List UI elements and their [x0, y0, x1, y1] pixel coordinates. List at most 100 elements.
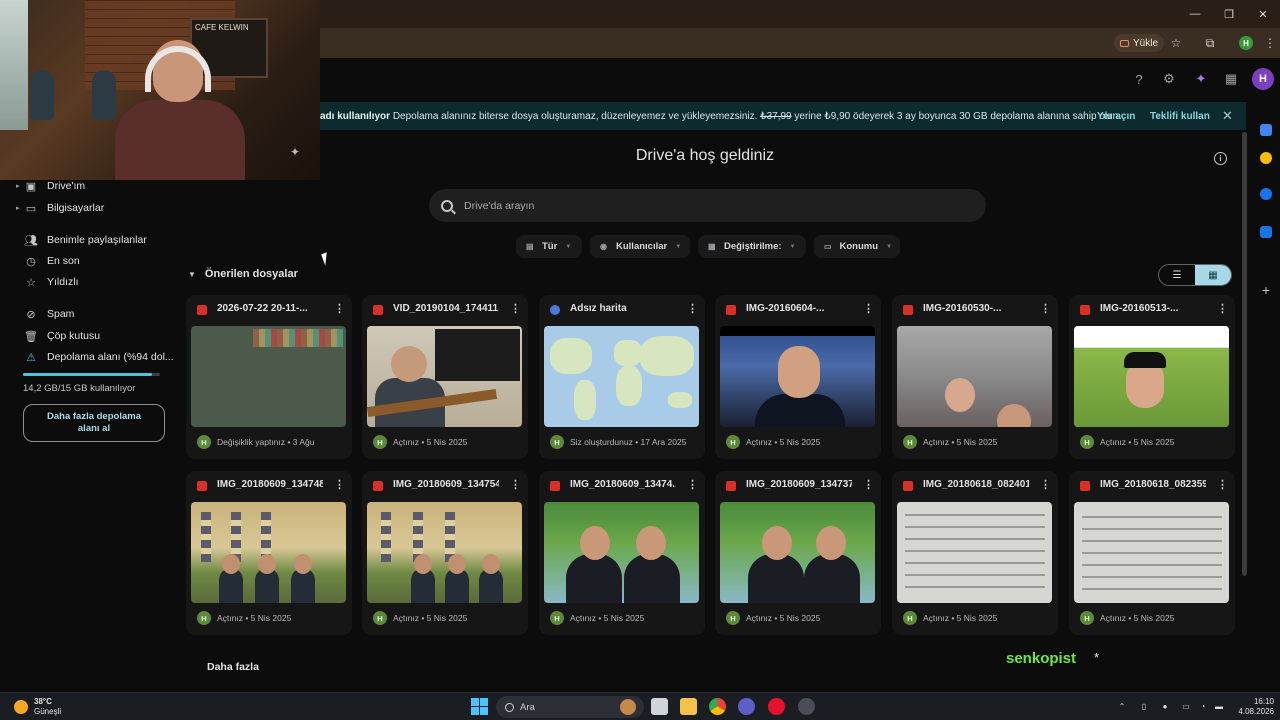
display-icon[interactable]: ▭ [1181, 701, 1191, 711]
expand-icon[interactable]: ▸ [16, 182, 24, 190]
info-icon[interactable]: i [1214, 152, 1227, 165]
wifi-icon[interactable]: ◔ [1198, 701, 1208, 711]
more-options-icon[interactable]: ⋮ [510, 302, 521, 315]
filter-people[interactable]: ◉ Kullanıcılar ▼ [590, 235, 690, 258]
help-icon[interactable]: ? [1130, 70, 1148, 88]
battery-icon[interactable]: ▬ [1214, 701, 1224, 711]
browser-menu-icon[interactable]: ⋮ [1261, 34, 1279, 52]
sidebar-item-storage[interactable]: ⚠ Depolama alanı (%94 dol... [24, 347, 174, 367]
tasks-icon[interactable] [1260, 188, 1272, 200]
app-icon[interactable] [798, 698, 815, 715]
streamer-torso [115, 100, 245, 180]
thumbnail-detail [1082, 516, 1222, 518]
use-offer-button[interactable]: Teklifi kullan [1150, 111, 1210, 122]
file-name: IMG-20160530-... [923, 303, 1002, 314]
file-card[interactable]: VID_20190104_174411.... ⋮ H Açtınız • 5 … [362, 295, 528, 459]
more-options-icon[interactable]: ⋮ [1040, 302, 1051, 315]
more-options-icon[interactable]: ⋮ [1040, 478, 1051, 491]
show-more-button[interactable]: Daha fazla [207, 661, 259, 673]
more-options-icon[interactable]: ⋮ [1217, 478, 1228, 491]
more-options-icon[interactable]: ⋮ [863, 478, 874, 491]
sidebar-item-spam[interactable]: ⊘ Spam [24, 304, 74, 324]
close-window-icon[interactable]: ✕ [1246, 0, 1280, 28]
file-card[interactable]: IMG-20160604-... ⋮ H Açtınız • 5 Nis 202… [715, 295, 881, 459]
sidebar-item-shared[interactable]: 👥︎ Benimle paylaşılanlar [24, 230, 147, 250]
usb-icon[interactable]: ▯ [1139, 701, 1149, 711]
suggested-files-header[interactable]: ▼ Önerilen dosyalar [188, 268, 298, 280]
free-space-button[interactable]: Yer açın [1097, 111, 1135, 122]
scrollbar[interactable] [1242, 132, 1247, 576]
filter-type[interactable]: ▤ Tür ▼ [516, 235, 582, 258]
search-icon [505, 702, 514, 712]
sidebar-item-recent[interactable]: ◷ En son [24, 251, 80, 271]
clock-icon: ◷ [26, 255, 36, 268]
weather-widget[interactable]: 38°C Güneşli [14, 697, 61, 717]
more-options-icon[interactable]: ⋮ [334, 302, 345, 315]
extensions-icon[interactable]: ⧉ [1201, 34, 1219, 52]
get-more-storage-button[interactable]: Daha fazla depolama alanı al [23, 404, 165, 442]
file-explorer-icon[interactable] [680, 698, 697, 715]
file-card[interactable]: IMG_20180618_082359... ⋮ H Açtınız • 5 N… [1069, 471, 1235, 635]
file-card[interactable]: IMG_20180618_082401... ⋮ H Açtınız • 5 N… [892, 471, 1058, 635]
clock[interactable]: 16:10 4.08.2026 [1236, 697, 1274, 717]
profile-icon[interactable]: H [1237, 34, 1255, 52]
sidebar-item-trash[interactable]: 🗑︎ Çöp kutusu [24, 326, 100, 346]
taskbar-search[interactable]: Ara [496, 696, 644, 718]
thumbnail-detail [222, 554, 240, 574]
start-button[interactable] [471, 698, 488, 715]
chevron-down-icon[interactable]: ▼ [188, 270, 196, 279]
maximize-icon[interactable]: ❐ [1212, 0, 1246, 28]
add-addon-icon[interactable]: + [1260, 283, 1272, 297]
microphone-icon[interactable]: ● [1160, 701, 1170, 711]
close-banner-icon[interactable]: ✕ [1222, 108, 1233, 124]
sidebar-item-starred[interactable]: ☆ Yıldızlı [24, 272, 78, 292]
apps-grid-icon[interactable]: ▦ [1222, 70, 1240, 88]
file-card[interactable]: IMG_20180609_134737... ⋮ H Açtınız • 5 N… [715, 471, 881, 635]
calendar-icon[interactable] [1260, 124, 1272, 136]
gemini-icon[interactable]: ✦ [1192, 70, 1210, 88]
minimize-icon[interactable]: — [1178, 0, 1212, 28]
owner-avatar: H [1080, 435, 1094, 449]
banner-message: adı kullanılıyor Depolama alanınız biter… [320, 111, 1121, 122]
sidebar-item-label: Benimle paylaşılanlar [47, 234, 147, 246]
file-card[interactable]: 2026-07-22 20-11-... ⋮ H Değişiklik yapt… [186, 295, 352, 459]
filter-modified[interactable]: ▦ Değiştirilme: ▼ [698, 235, 806, 258]
more-options-icon[interactable]: ⋮ [687, 478, 698, 491]
file-card[interactable]: IMG_20180609_134754... ⋮ H Açtınız • 5 N… [362, 471, 528, 635]
file-card[interactable]: IMG_20180609_134748... ⋮ H Açtınız • 5 N… [186, 471, 352, 635]
sidebar-item-my-drive[interactable]: ▸ ▣ Drive'ım [16, 176, 85, 196]
more-options-icon[interactable]: ⋮ [510, 478, 521, 491]
more-options-icon[interactable]: ⋮ [863, 302, 874, 315]
tray-chevron-icon[interactable]: ⌃ [1117, 701, 1127, 711]
bookmark-star-icon[interactable]: ☆ [1167, 34, 1185, 52]
storage-progress-bar [23, 373, 160, 376]
upload-button[interactable]: Yükle [1114, 34, 1165, 52]
file-card[interactable]: Adsız harita ⋮ H Siz oluşturdunuz • 17 A… [539, 295, 705, 459]
expand-icon[interactable]: ▸ [16, 204, 24, 212]
task-view-icon[interactable] [651, 698, 668, 715]
list-view-icon[interactable]: ☰ [1159, 265, 1195, 285]
file-activity: Açtınız • 5 Nis 2025 [393, 613, 468, 623]
settings-gear-icon[interactable]: ⚙ [1160, 70, 1178, 88]
chrome-icon[interactable] [709, 698, 726, 715]
file-card[interactable]: IMG_20180609_13474... ⋮ H Açtınız • 5 Ni… [539, 471, 705, 635]
messenger-icon[interactable] [738, 698, 755, 715]
file-card[interactable]: IMG-20160530-... ⋮ H Açtınız • 5 Nis 202… [892, 295, 1058, 459]
search-bar[interactable] [429, 189, 986, 222]
contacts-icon[interactable] [1260, 226, 1272, 238]
more-options-icon[interactable]: ⋮ [334, 478, 345, 491]
file-activity: Açtınız • 5 Nis 2025 [217, 613, 292, 623]
opera-icon[interactable] [768, 698, 785, 715]
search-input[interactable] [464, 199, 944, 212]
more-options-icon[interactable]: ⋮ [1217, 302, 1228, 315]
grid-view-icon[interactable]: ▦ [1195, 265, 1231, 285]
file-thumbnail [367, 326, 522, 427]
keep-icon[interactable] [1260, 152, 1272, 164]
file-thumbnail [544, 326, 699, 427]
more-options-icon[interactable]: ⋮ [687, 302, 698, 315]
view-toggle[interactable]: ☰ ▦ [1158, 264, 1232, 286]
filter-location[interactable]: ▭ Konumu ▼ [814, 235, 900, 258]
file-card[interactable]: IMG-20160513-... ⋮ H Açtınız • 5 Nis 202… [1069, 295, 1235, 459]
account-avatar[interactable]: H [1252, 68, 1274, 90]
sidebar-item-computers[interactable]: ▸ ▭ Bilgisayarlar [16, 198, 104, 218]
